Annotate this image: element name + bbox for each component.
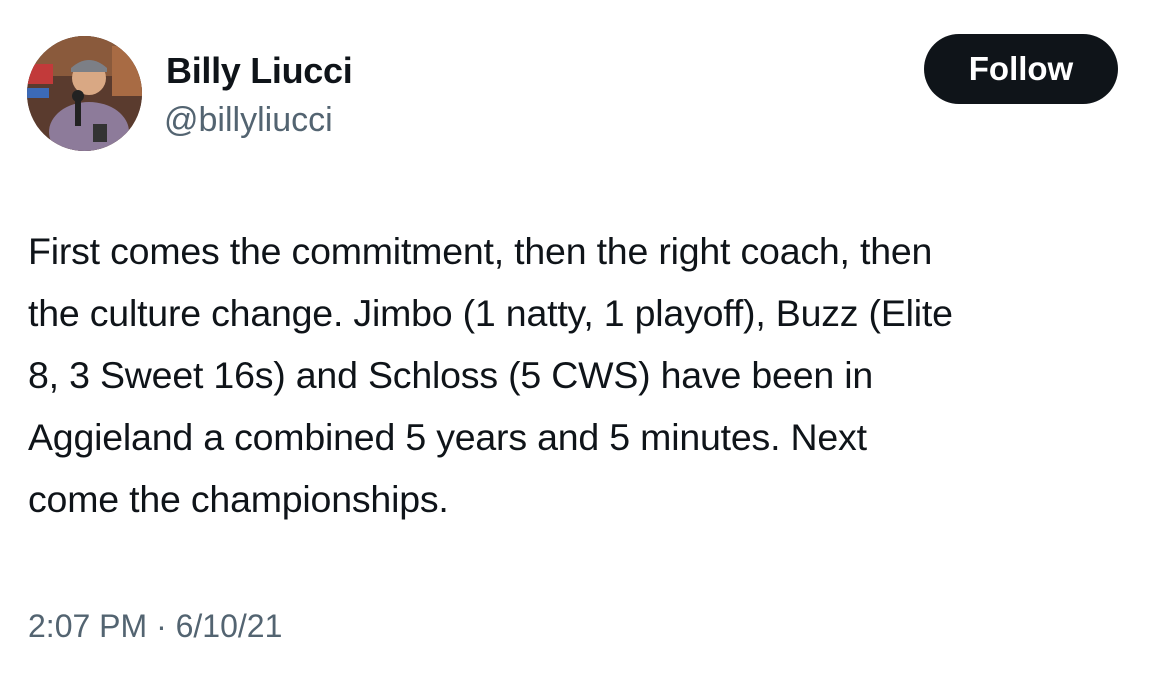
author-handle[interactable]: @billyliucci [164, 101, 333, 140]
meta-separator: · [156, 608, 167, 644]
tweet-date[interactable]: 6/10/21 [176, 608, 283, 644]
author-name[interactable]: Billy Liucci [166, 50, 353, 92]
tweet-meta: 2:07 PM · 6/10/21 [28, 608, 282, 645]
avatar[interactable] [27, 36, 142, 151]
follow-button[interactable]: Follow [924, 34, 1118, 104]
tweet-card: Billy Liucci @billyliucci Follow First c… [0, 0, 1169, 684]
tweet-text: First comes the commitment, then the rig… [28, 230, 953, 520]
tweet-time[interactable]: 2:07 PM [28, 608, 147, 644]
avatar-image [27, 36, 142, 151]
